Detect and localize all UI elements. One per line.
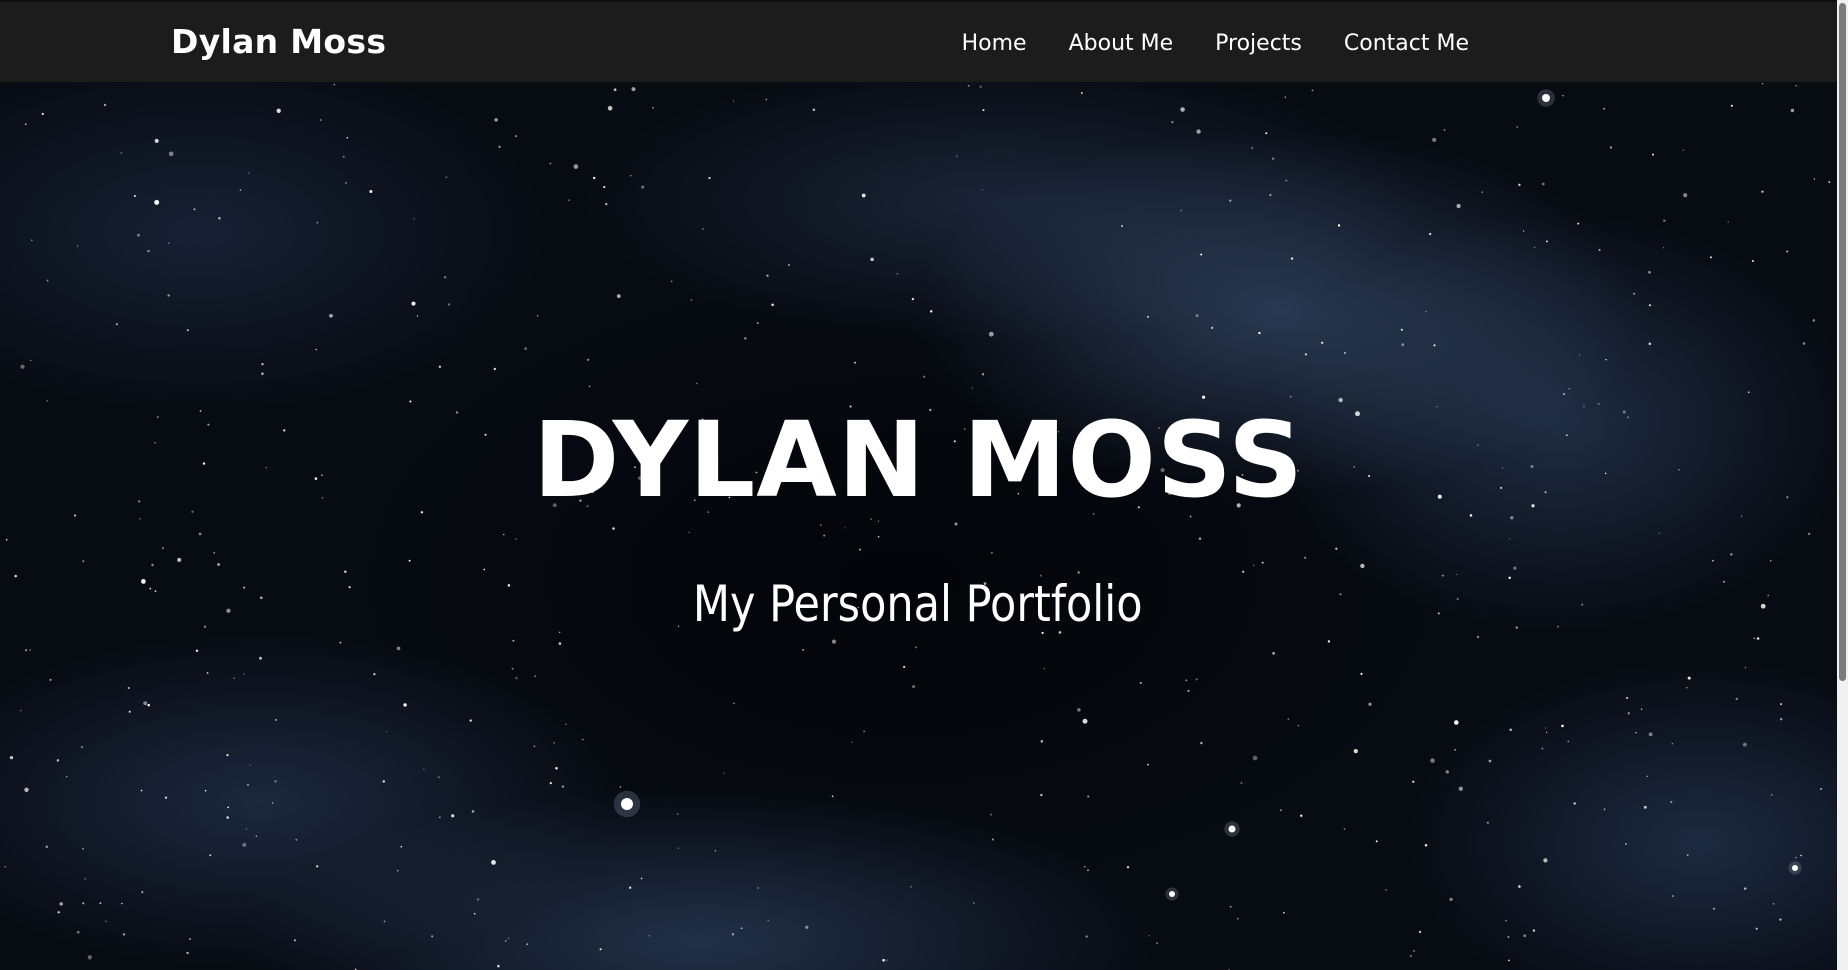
hero-title: DYLAN MOSS bbox=[532, 399, 1305, 521]
top-navbar: Dylan Moss Home About Me Projects Contac… bbox=[0, 0, 1837, 82]
nav-link-projects[interactable]: Projects bbox=[1215, 30, 1302, 58]
page-scrollbar[interactable] bbox=[1837, 0, 1848, 970]
starfield-background bbox=[4, 82, 1831, 970]
hero-section: DYLAN MOSS My Personal Portfolio bbox=[0, 82, 1837, 970]
portfolio-page: Dylan Moss Home About Me Projects Contac… bbox=[0, 0, 1848, 970]
brand-logo-link[interactable]: Dylan Moss bbox=[171, 22, 386, 62]
nav-links: Home About Me Projects Contact Me bbox=[962, 30, 1469, 58]
hero-subtitle: My Personal Portfolio bbox=[692, 575, 1143, 633]
nav-link-contact-me[interactable]: Contact Me bbox=[1344, 30, 1469, 58]
scrollbar-thumb[interactable] bbox=[1839, 3, 1846, 681]
nav-link-home[interactable]: Home bbox=[962, 30, 1027, 58]
nav-link-about-me[interactable]: About Me bbox=[1069, 30, 1174, 58]
